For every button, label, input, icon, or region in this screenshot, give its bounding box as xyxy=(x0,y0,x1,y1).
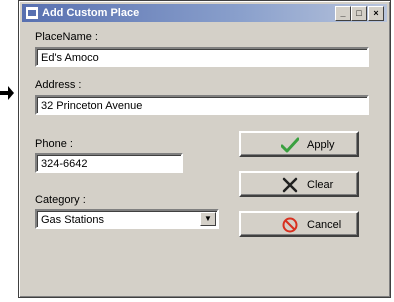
address-label: Address : xyxy=(35,79,82,91)
window-title: Add Custom Place xyxy=(42,7,140,19)
no-entry-icon xyxy=(282,217,298,233)
address-field[interactable]: 32 Princeton Avenue xyxy=(35,95,369,115)
window-app-icon xyxy=(26,7,38,19)
category-label: Category : xyxy=(35,194,86,206)
category-select[interactable]: Gas Stations ▼ xyxy=(35,209,219,229)
title-bar[interactable]: Add Custom Place _ □ × xyxy=(22,4,387,22)
maximize-button[interactable]: □ xyxy=(351,6,367,21)
add-custom-place-dialog: Add Custom Place _ □ × PlaceName : Ed's … xyxy=(18,0,391,298)
clear-label: Clear xyxy=(307,179,334,191)
apply-button[interactable]: Apply xyxy=(239,131,359,157)
place-name-field[interactable]: Ed's Amoco xyxy=(35,47,369,67)
x-cross-icon xyxy=(282,177,298,193)
clear-button[interactable]: Clear xyxy=(239,171,359,197)
cancel-button[interactable]: Cancel xyxy=(239,211,359,237)
arrow-pointer-icon xyxy=(0,86,14,100)
cancel-label: Cancel xyxy=(307,219,342,231)
minimize-button[interactable]: _ xyxy=(335,6,351,21)
chevron-down-icon[interactable]: ▼ xyxy=(200,212,216,226)
apply-label: Apply xyxy=(307,139,335,151)
category-value: Gas Stations xyxy=(41,214,104,226)
checkmark-icon xyxy=(281,137,299,153)
phone-label: Phone : xyxy=(35,138,73,150)
phone-field[interactable]: 324-6642 xyxy=(35,153,183,173)
place-name-label: PlaceName : xyxy=(35,31,98,43)
close-button[interactable]: × xyxy=(368,6,384,21)
